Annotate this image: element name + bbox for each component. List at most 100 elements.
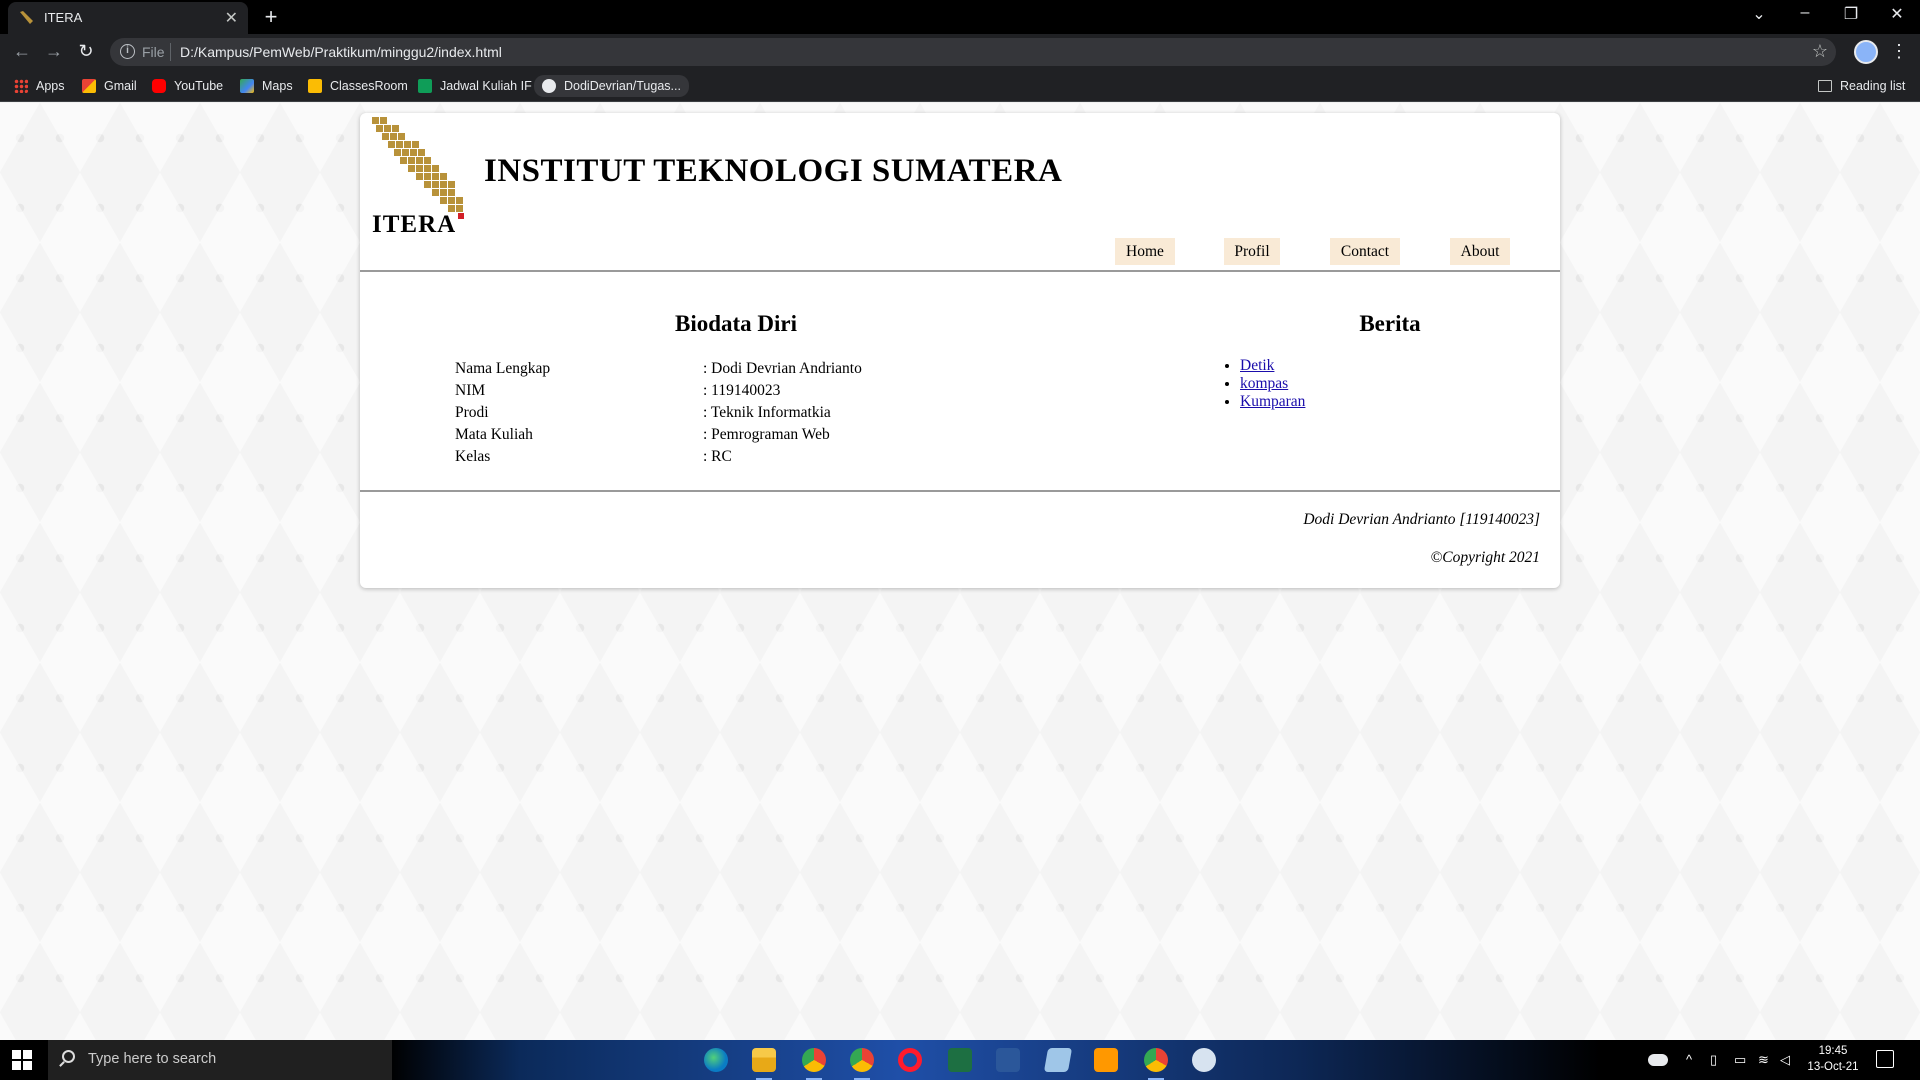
taskbar-clock[interactable]: 19:45 13-Oct-21 <box>1800 1043 1866 1075</box>
file-explorer-icon[interactable] <box>752 1048 776 1080</box>
minimize-icon[interactable]: – <box>1782 4 1828 22</box>
profile-avatar[interactable] <box>1854 40 1878 64</box>
biodata-label: Kelas <box>455 448 491 465</box>
back-icon[interactable]: ← <box>10 41 34 62</box>
biodata-value: : Pemrograman Web <box>703 426 830 443</box>
biodata-value: : Dodi Devrian Andrianto <box>703 360 862 377</box>
edge-icon[interactable] <box>704 1048 728 1072</box>
bookmark-label: Apps <box>36 79 65 93</box>
notification-center-icon[interactable] <box>1876 1050 1894 1068</box>
tab-close-icon[interactable]: ✕ <box>225 8 238 28</box>
chrome-icon[interactable] <box>802 1048 826 1080</box>
biodata-label: NIM <box>455 382 486 399</box>
github-icon <box>542 79 556 93</box>
link-detik[interactable]: Detik <box>1240 357 1274 374</box>
volume-icon[interactable]: ◁ <box>1780 1052 1790 1068</box>
bookmark-label: Gmail <box>104 79 137 93</box>
battery-icon[interactable]: ▯ <box>1710 1052 1717 1068</box>
site-info-icon[interactable]: i <box>120 44 135 59</box>
chrome-active-icon[interactable] <box>1144 1048 1168 1080</box>
biodata-label: Nama Lengkap <box>455 360 551 377</box>
gmail-icon <box>82 79 96 93</box>
footer-divider <box>360 490 1560 492</box>
bookmark-gmail[interactable]: Gmail <box>82 77 137 95</box>
biodata-label: Prodi <box>455 404 489 421</box>
page-title: INSTITUT TEKNOLOGI SUMATERA <box>484 153 1063 189</box>
link-kompas[interactable]: kompas <box>1240 375 1288 392</box>
nav-profil-button[interactable]: Profil <box>1224 238 1280 265</box>
url-text[interactable]: D:/Kampus/PemWeb/Praktikum/minggu2/index… <box>180 44 502 60</box>
bookmark-star-icon[interactable]: ☆ <box>1812 41 1828 62</box>
footer-copyright: ©Copyright 2021 <box>1430 549 1540 566</box>
clock-date: 13-Oct-21 <box>1807 1061 1859 1073</box>
bookmark-label: DodiDevrian/Tugas... <box>564 79 681 93</box>
browser-tab-itera[interactable]: ITERA ✕ <box>8 2 248 34</box>
biodata-value: : RC <box>703 448 732 465</box>
nav-about-button[interactable]: About <box>1450 238 1510 265</box>
notepad-icon[interactable] <box>1043 1048 1073 1072</box>
show-hidden-icons-icon[interactable]: ^ <box>1686 1052 1692 1067</box>
page-viewport: ITERA INSTITUT TEKNOLOGI SUMATERA Home P… <box>0 103 1920 1040</box>
maps-icon <box>240 79 254 93</box>
tab-search-dropdown-icon[interactable]: ⌄ <box>1736 4 1782 24</box>
bookmark-apps[interactable]: Apps <box>14 77 65 95</box>
wifi-icon[interactable]: ≋ <box>1758 1052 1769 1068</box>
youtube-icon <box>152 79 166 93</box>
footer-author: Dodi Devrian Andrianto [119140023] <box>1303 511 1540 528</box>
windows-taskbar: Type here to search ^ ▯ ▭ ≋ ◁ 19:45 13-O… <box>0 1040 1920 1080</box>
bookmark-maps[interactable]: Maps <box>240 77 293 95</box>
berita-heading: Berita <box>1359 311 1421 336</box>
header-divider <box>360 270 1560 272</box>
itera-favicon-icon <box>20 11 33 24</box>
forward-icon[interactable]: → <box>42 41 66 62</box>
snipping-tool-icon[interactable] <box>1192 1048 1216 1072</box>
bookmark-youtube[interactable]: YouTube <box>152 77 223 95</box>
reading-list-button[interactable]: Reading list <box>1818 77 1905 95</box>
bookmark-label: Jadwal Kuliah IF <box>440 79 532 93</box>
nav-home-button[interactable]: Home <box>1115 238 1175 265</box>
tab-title: ITERA <box>44 10 83 25</box>
page-container: ITERA INSTITUT TEKNOLOGI SUMATERA Home P… <box>360 113 1560 588</box>
classroom-icon <box>308 79 322 93</box>
berita-list: Detik kompas Kumparan <box>1222 357 1305 411</box>
logo-wordmark: ITERA <box>372 211 457 238</box>
bookmark-label: Maps <box>262 79 293 93</box>
close-window-icon[interactable]: ✕ <box>1874 4 1920 24</box>
url-scheme: File <box>142 44 165 60</box>
reload-icon[interactable]: ↻ <box>74 41 98 62</box>
list-item: kompas <box>1240 375 1305 393</box>
sheets-icon <box>418 79 432 93</box>
omnibox-divider <box>170 43 171 61</box>
browser-tab-strip: ITERA ✕ + ⌄ – ❐ ✕ <box>0 0 1920 34</box>
restore-icon[interactable]: ❐ <box>1828 4 1874 24</box>
biodata-label: Mata Kuliah <box>455 426 533 443</box>
new-tab-icon[interactable]: + <box>258 4 284 30</box>
sublime-text-icon[interactable] <box>1094 1048 1118 1072</box>
word-icon[interactable] <box>996 1048 1020 1072</box>
excel-icon[interactable] <box>948 1048 972 1072</box>
address-bar[interactable]: i File D:/Kampus/PemWeb/Praktikum/minggu… <box>110 38 1836 66</box>
biodata-value: : 119140023 <box>703 382 781 399</box>
bookmark-github[interactable]: DodiDevrian/Tugas... <box>534 75 689 97</box>
bookmark-jadwal-kuliah[interactable]: Jadwal Kuliah IF <box>418 77 532 95</box>
search-icon <box>62 1050 75 1063</box>
nav-contact-button[interactable]: Contact <box>1330 238 1400 265</box>
browser-menu-icon[interactable]: ⋮ <box>1890 41 1908 62</box>
bookmark-label: ClassesRoom <box>330 79 408 93</box>
bookmark-classesroom[interactable]: ClassesRoom <box>308 77 408 95</box>
meet-now-icon[interactable]: ▭ <box>1734 1052 1746 1068</box>
search-placeholder: Type here to search <box>88 1051 217 1067</box>
opera-icon[interactable] <box>898 1048 922 1072</box>
taskbar-search-box[interactable]: Type here to search <box>48 1040 392 1080</box>
clock-time: 19:45 <box>1818 1045 1848 1057</box>
list-item: Detik <box>1240 357 1305 375</box>
chrome-profile-icon[interactable] <box>850 1048 874 1080</box>
browser-toolbar: ← → ↻ i File D:/Kampus/PemWeb/Praktikum/… <box>0 34 1920 70</box>
link-kumparan[interactable]: Kumparan <box>1240 393 1305 410</box>
apps-grid-icon <box>14 79 28 93</box>
reading-list-label: Reading list <box>1840 79 1906 93</box>
windows-start-icon[interactable] <box>12 1050 32 1070</box>
list-item: Kumparan <box>1240 393 1305 411</box>
onedrive-icon[interactable] <box>1648 1054 1668 1066</box>
bookmark-label: YouTube <box>174 79 224 93</box>
